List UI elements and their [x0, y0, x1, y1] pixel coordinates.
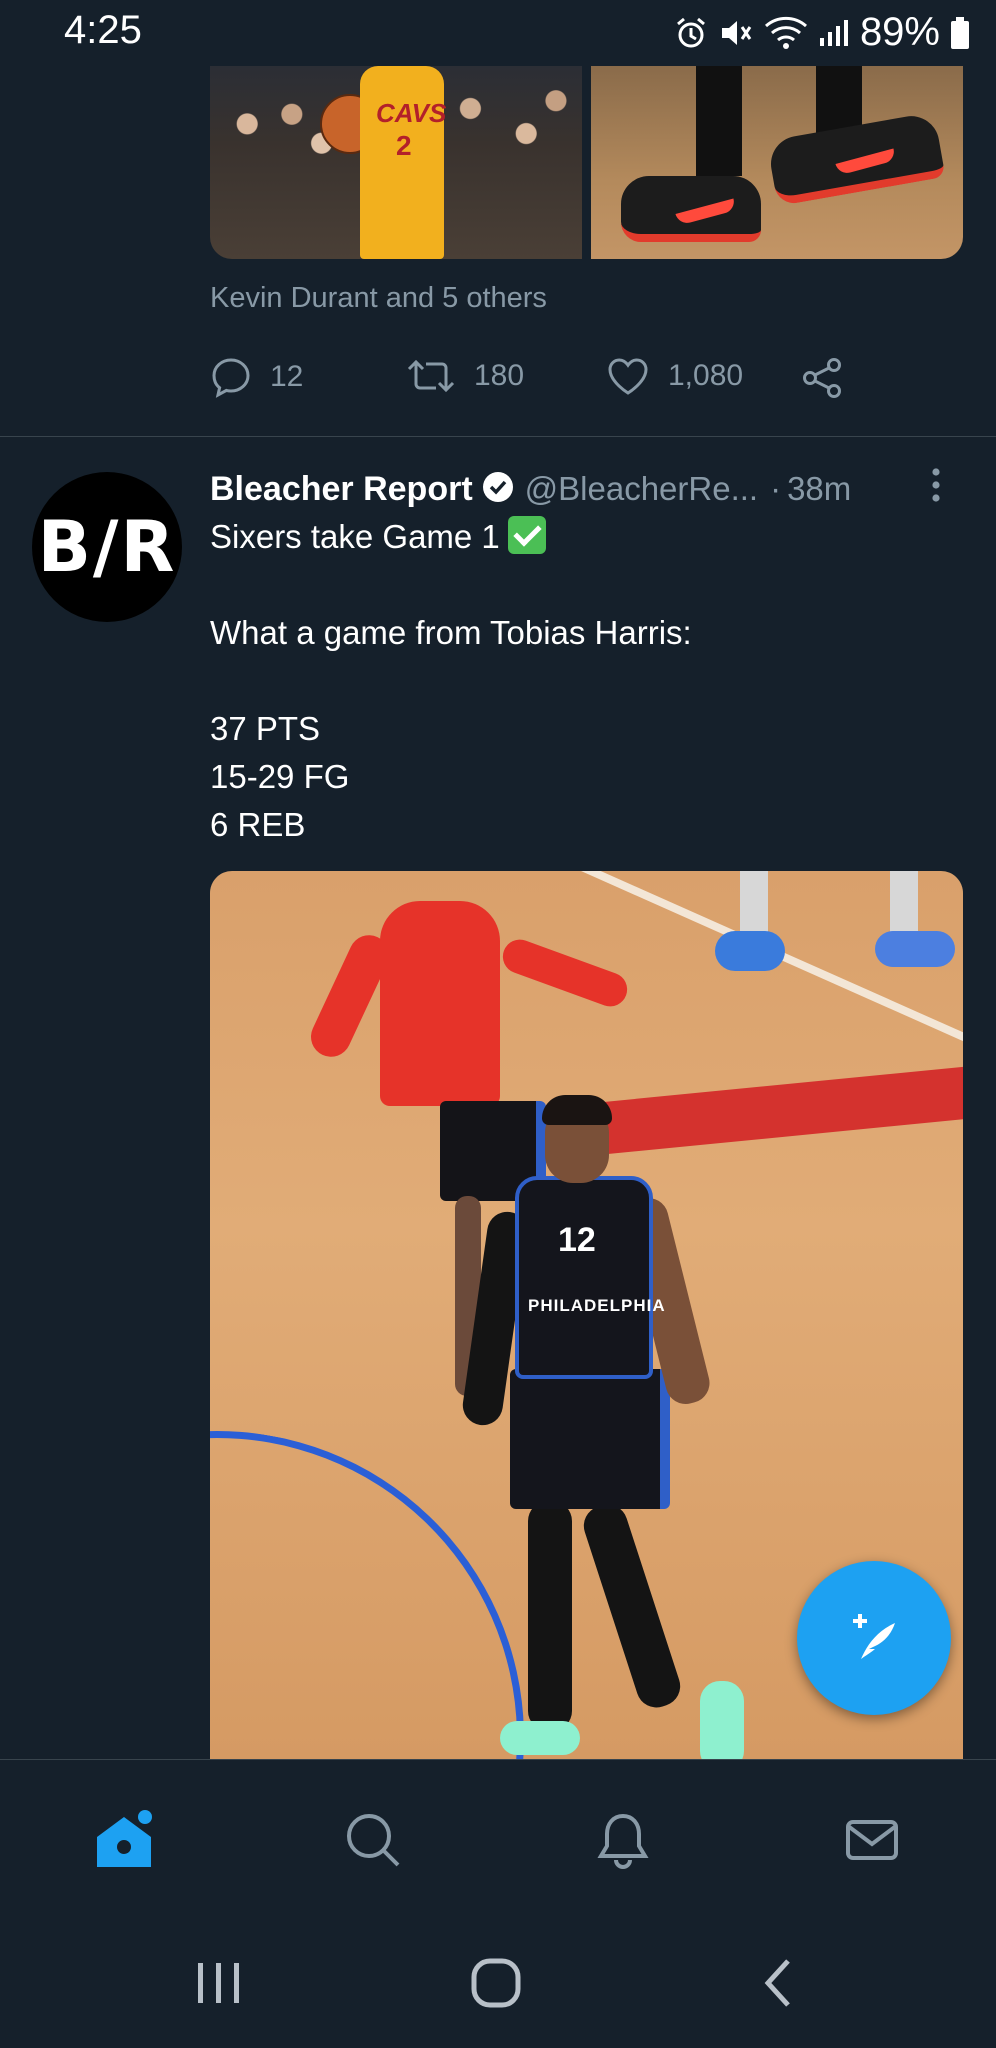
- player-hair: [542, 1095, 612, 1125]
- retweet-count: 180: [474, 359, 525, 392]
- status-icons: 89%: [674, 10, 970, 55]
- like-icon: [606, 356, 650, 396]
- notifications-icon: [593, 1810, 653, 1875]
- author-name[interactable]: Bleacher Report: [210, 470, 473, 509]
- status-bar: 4:25 89%: [0, 0, 996, 66]
- background-leg: [890, 871, 918, 933]
- retweet-button[interactable]: 180: [406, 356, 524, 396]
- teammate-red-shirt: [380, 901, 500, 1106]
- home-icon: [91, 1807, 157, 1878]
- battery-icon: [950, 16, 970, 50]
- more-vertical-icon: [926, 468, 946, 510]
- compose-tweet-icon: [839, 1601, 909, 1676]
- cavs-player: [360, 66, 444, 259]
- tweet-line: 37 PTS: [210, 710, 321, 747]
- more-options-button[interactable]: [926, 466, 946, 511]
- system-back-button[interactable]: [752, 1955, 808, 2016]
- avatar[interactable]: B/R: [32, 472, 182, 622]
- recent-apps-icon: [190, 1955, 246, 2016]
- previous-tweet-media[interactable]: CAVS 2: [210, 66, 963, 259]
- cavs-jersey-number: 2: [396, 130, 412, 161]
- tweet-line: What a game from Tobias Harris:: [210, 614, 692, 651]
- liked-by-text[interactable]: Kevin Durant and 5 others: [210, 282, 547, 315]
- background-shoe: [715, 931, 785, 971]
- player-leg: [528, 1501, 572, 1731]
- like-count: 1,080: [668, 359, 744, 392]
- player-leg: [578, 1499, 686, 1713]
- media-photo-sneakers[interactable]: [591, 66, 963, 259]
- tweet-line: 6 REB: [210, 806, 306, 843]
- share-button[interactable]: [800, 356, 844, 400]
- back-icon: [752, 1955, 808, 2016]
- tweet-text: Sixers take Game 1 What a game from Tobi…: [210, 513, 950, 849]
- tab-search[interactable]: [341, 1810, 405, 1874]
- battery-percent: 89%: [859, 10, 940, 54]
- cavs-jersey-text: CAVS: [376, 98, 447, 128]
- tab-home[interactable]: [92, 1809, 156, 1874]
- verified-badge-icon: [481, 470, 515, 509]
- media-photo-cavs[interactable]: CAVS 2: [210, 66, 582, 259]
- messages-icon: [842, 1810, 902, 1875]
- retweet-icon: [406, 356, 456, 396]
- wifi-icon: [764, 16, 808, 50]
- reply-button[interactable]: 12: [210, 356, 303, 398]
- system-home-button[interactable]: [468, 1955, 524, 2016]
- tweet-line: 15-29 FG: [210, 758, 350, 795]
- recent-apps-button[interactable]: [190, 1955, 246, 2016]
- tab-notifications[interactable]: [591, 1810, 655, 1874]
- separator-dot: ·: [770, 470, 782, 507]
- player-jersey: [515, 1176, 653, 1379]
- status-time: 4:25: [64, 8, 142, 52]
- check-mark-emoji-icon: [507, 516, 546, 554]
- player-shorts: [510, 1369, 670, 1509]
- reply-count: 12: [270, 360, 304, 393]
- mute-icon: [718, 16, 754, 50]
- avatar-logo-text: B/R: [37, 506, 177, 588]
- background-shoe: [875, 931, 955, 967]
- reply-icon: [210, 356, 252, 398]
- player-shoe: [500, 1721, 580, 1755]
- court-red-marking: [559, 1059, 963, 1159]
- tweet-header: Bleacher Report @BleacherRe... · 38m: [210, 464, 940, 514]
- home-circle-icon: [468, 1955, 524, 2016]
- leg: [696, 66, 742, 176]
- jersey-text: PHILADELPHIA: [528, 1296, 666, 1315]
- tweet-line: Sixers take Game 1: [210, 513, 950, 561]
- system-nav-bar: [0, 1919, 996, 2048]
- background-leg: [740, 871, 768, 933]
- alarm-icon: [674, 16, 708, 50]
- tab-messages[interactable]: [840, 1810, 904, 1874]
- tweet-time[interactable]: 38m: [787, 470, 851, 508]
- share-icon: [800, 356, 844, 400]
- author-handle[interactable]: @BleacherRe...: [525, 470, 758, 508]
- bottom-nav: [0, 1759, 996, 1920]
- signal-icon: [818, 18, 850, 48]
- tweet-actions: 12 180 1,080: [210, 356, 860, 406]
- search-icon: [343, 1810, 403, 1875]
- like-button[interactable]: 1,080: [606, 356, 743, 396]
- jersey-number: 12: [558, 1221, 596, 1259]
- compose-tweet-button[interactable]: [797, 1561, 951, 1715]
- teammate-arm: [498, 934, 632, 1012]
- tweet-divider: [0, 436, 996, 437]
- player-shoe: [700, 1681, 744, 1761]
